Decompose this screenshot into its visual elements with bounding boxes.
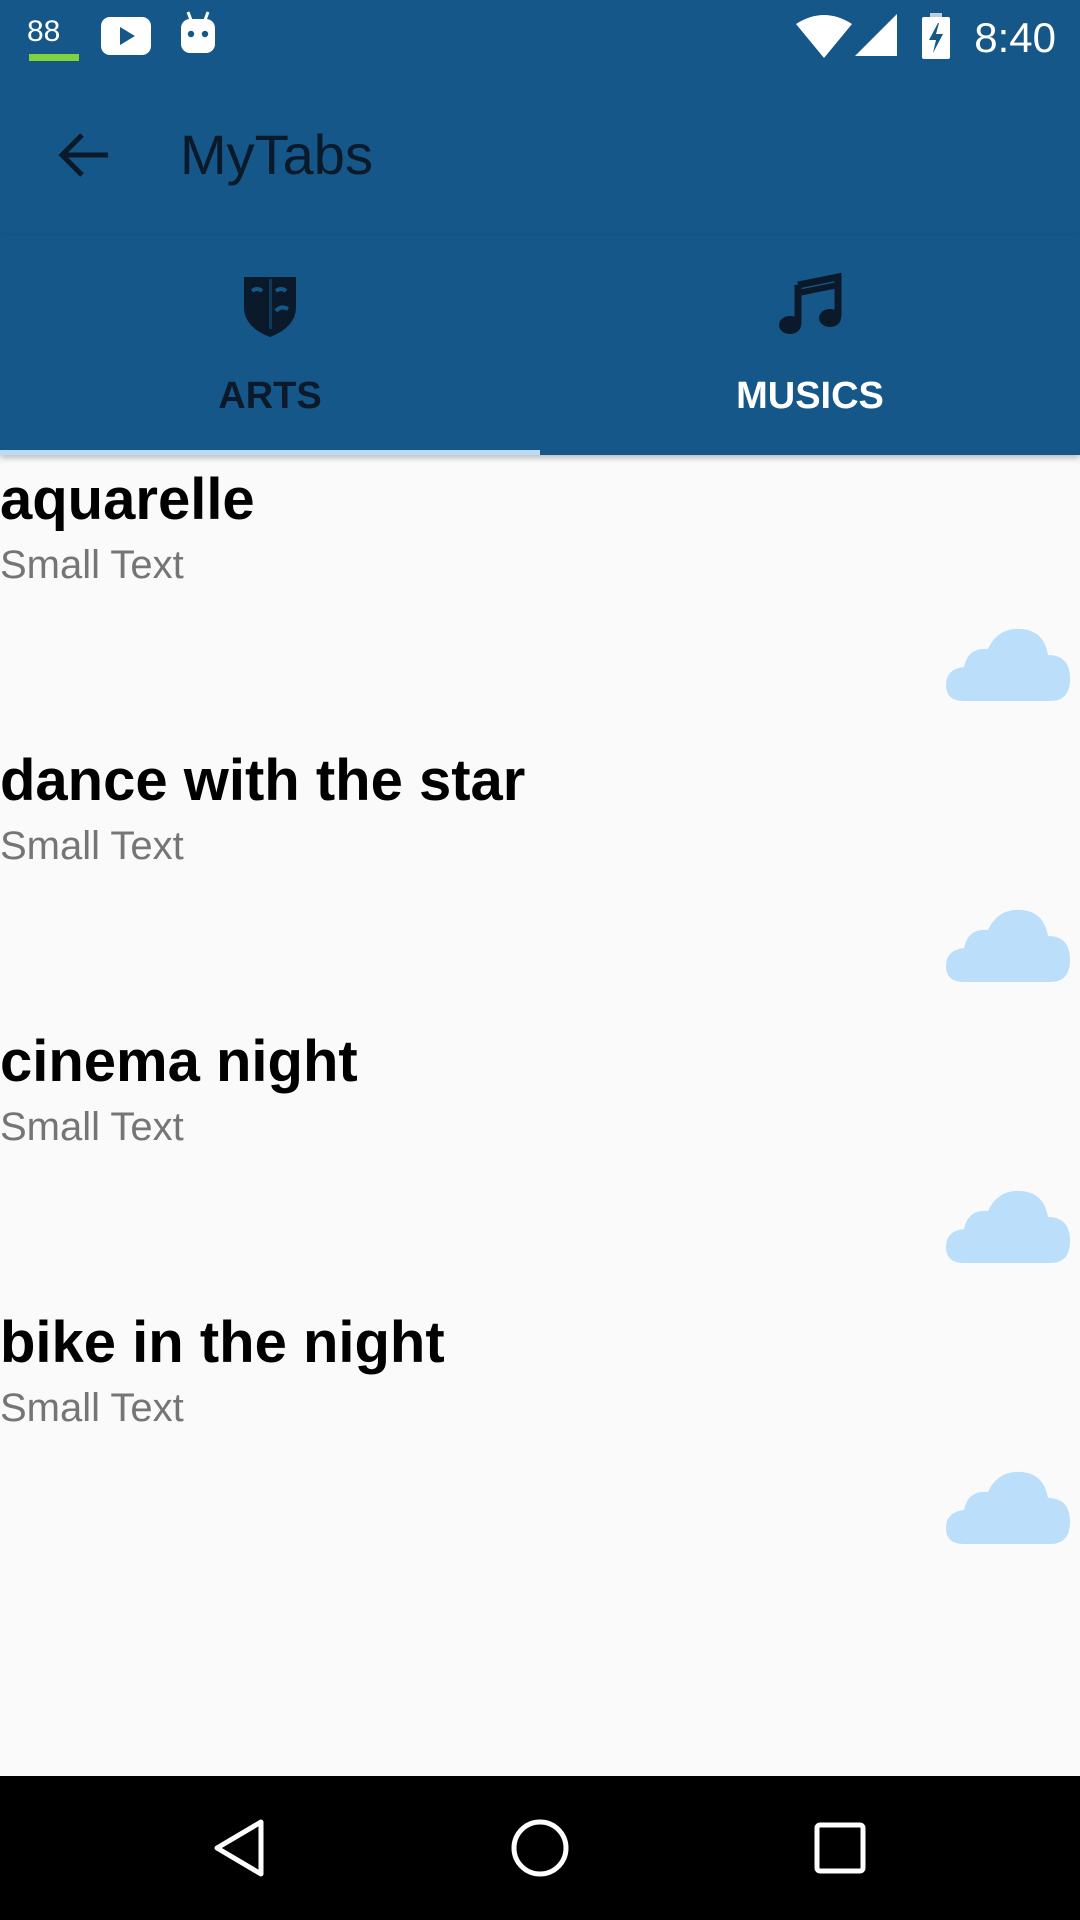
home-circle-icon	[511, 1819, 569, 1877]
android-icon	[181, 11, 215, 53]
item-subtitle: Small Text	[0, 824, 184, 868]
item-subtitle: Small Text	[0, 1105, 184, 1149]
screen: 88 8:40 MyTabs ARTS MUSICS aquarelle Sma…	[0, 0, 1080, 1920]
notification-count: 88	[27, 15, 61, 48]
item-subtitle: Small Text	[0, 1386, 184, 1430]
cloud-icon	[946, 628, 1070, 701]
notification-underline	[29, 54, 79, 61]
arrow-back-icon	[58, 133, 108, 177]
item-list: aquarelle Small Text dance with the star…	[0, 455, 1080, 1579]
item-title: cinema night	[0, 1029, 358, 1094]
recents-square-icon	[814, 1822, 866, 1874]
nav-recents-button[interactable]	[800, 1808, 880, 1888]
item-title: dance with the star	[0, 748, 526, 813]
cloud-icon	[946, 1471, 1070, 1544]
tab-musics[interactable]: MUSICS	[540, 235, 1080, 455]
app-bar: MyTabs	[0, 75, 1080, 235]
list-item[interactable]: dance with the star Small Text	[0, 736, 1080, 1017]
clock: 8:40	[974, 14, 1056, 61]
list-item[interactable]: bike in the night Small Text	[0, 1298, 1080, 1579]
nav-home-button[interactable]	[500, 1808, 580, 1888]
youtube-icon	[101, 17, 151, 55]
back-triangle-icon	[214, 1819, 264, 1877]
nav-back-button[interactable]	[201, 1808, 281, 1888]
tab-arts[interactable]: ARTS	[0, 235, 540, 455]
music-note-icon	[779, 272, 842, 334]
page-title: MyTabs	[180, 123, 373, 186]
item-title: bike in the night	[0, 1310, 445, 1375]
item-title: aquarelle	[0, 467, 255, 532]
battery-charging-icon	[922, 13, 950, 59]
list-item[interactable]: aquarelle Small Text	[0, 455, 1080, 736]
cloud-icon	[946, 909, 1070, 982]
list-item[interactable]: cinema night Small Text	[0, 1017, 1080, 1298]
item-subtitle: Small Text	[0, 543, 184, 587]
cloud-icon	[946, 1190, 1070, 1263]
signal-icon	[855, 14, 897, 56]
tab-musics-label: MUSICS	[736, 375, 884, 417]
back-button[interactable]	[44, 115, 124, 195]
tab-arts-label: ARTS	[218, 375, 322, 417]
theater-mask-icon	[244, 277, 296, 337]
navigation-bar	[0, 1776, 1080, 1920]
wifi-icon	[796, 15, 852, 58]
status-bar: 88 8:40	[0, 0, 1080, 75]
tab-bar: ARTS MUSICS	[0, 235, 1080, 455]
